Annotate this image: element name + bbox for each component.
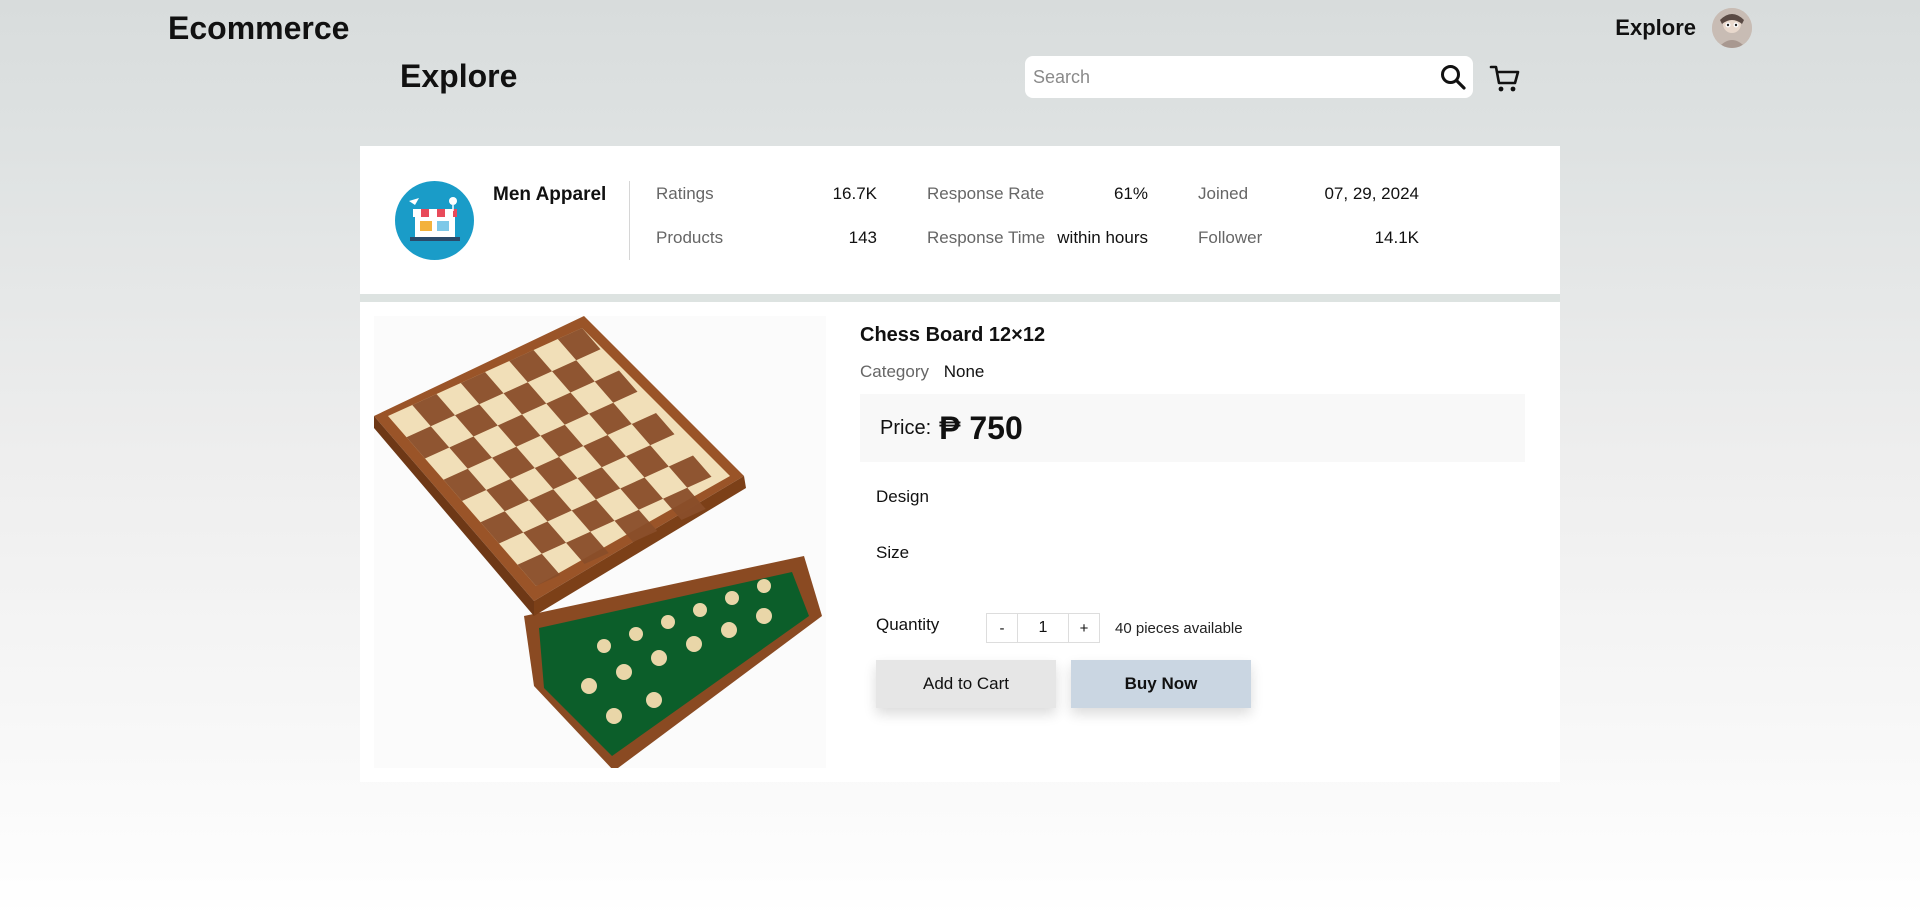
search-input[interactable] (1025, 56, 1433, 98)
brand-logo-text[interactable]: Ecommerce (168, 10, 349, 47)
search-icon (1441, 65, 1466, 90)
stat-label: Follower (1198, 228, 1263, 247)
stat-joined: Joined 07, 29, 2024 (1198, 184, 1419, 204)
category-label: Category (860, 362, 929, 381)
stat-response-rate: Response Rate 61% (927, 184, 1148, 204)
stock-available: 40 pieces available (1115, 620, 1243, 637)
price-box: Price: ₱ 750 (860, 394, 1525, 462)
cart-icon (1489, 65, 1520, 92)
category-value: None (943, 362, 985, 381)
stat-label: Products (656, 228, 724, 247)
chess-board-image (374, 316, 822, 771)
quantity-label: Quantity (876, 615, 940, 634)
stat-value: 61% (1113, 184, 1148, 203)
price-label: Price: (880, 416, 932, 439)
nav-explore-link[interactable]: Explore (1615, 15, 1696, 41)
shop-divider (629, 181, 630, 260)
stat-ratings: Ratings 16.7K (656, 184, 877, 204)
stat-value: 14.1K (1374, 228, 1419, 247)
search-bar (1025, 56, 1473, 98)
quantity-stepper: - 1 + (986, 613, 1100, 643)
stat-value: 143 (848, 228, 877, 247)
stat-label: Ratings (656, 184, 714, 203)
stat-value: within hours (1057, 228, 1148, 247)
quantity-increase-button[interactable]: + (1068, 613, 1100, 643)
shop-name[interactable]: Men Apparel (493, 184, 606, 206)
buy-now-button[interactable]: Buy Now (1071, 660, 1251, 708)
stat-label: Response Rate (927, 184, 1045, 203)
stat-label: Response Time (927, 228, 1046, 247)
product-card: Chess Board 12×12 Category None Price: ₱… (360, 302, 1560, 782)
shop-storefront-icon (409, 197, 460, 241)
category-row: Category None (860, 362, 984, 382)
shop-logo[interactable] (395, 181, 474, 260)
design-label: Design (876, 487, 929, 506)
avatar[interactable] (1712, 8, 1752, 48)
cart-button[interactable] (1488, 61, 1522, 95)
size-label: Size (876, 543, 910, 562)
avatar-icon (1712, 8, 1752, 48)
stat-response-time: Response Time within hours (927, 228, 1148, 248)
price-value: ₱ 750 (939, 409, 1023, 446)
product-title: Chess Board 12×12 (860, 324, 1046, 346)
page-title: Explore (400, 58, 518, 94)
product-image[interactable] (374, 316, 826, 771)
stat-label: Joined (1198, 184, 1249, 203)
add-to-cart-button[interactable]: Add to Cart (876, 660, 1056, 708)
section-divider (360, 294, 1560, 302)
stat-follower: Follower 14.1K (1198, 228, 1419, 248)
shop-info-card: Men Apparel Ratings 16.7K Response Rate … (360, 146, 1560, 294)
quantity-decrease-button[interactable]: - (986, 613, 1018, 643)
quantity-value[interactable]: 1 (1018, 613, 1068, 643)
top-nav: Explore (1615, 8, 1752, 48)
stat-products: Products 143 (656, 228, 877, 248)
stat-value: 16.7K (832, 184, 877, 203)
search-button[interactable] (1433, 57, 1473, 97)
stat-value: 07, 29, 2024 (1324, 184, 1419, 203)
